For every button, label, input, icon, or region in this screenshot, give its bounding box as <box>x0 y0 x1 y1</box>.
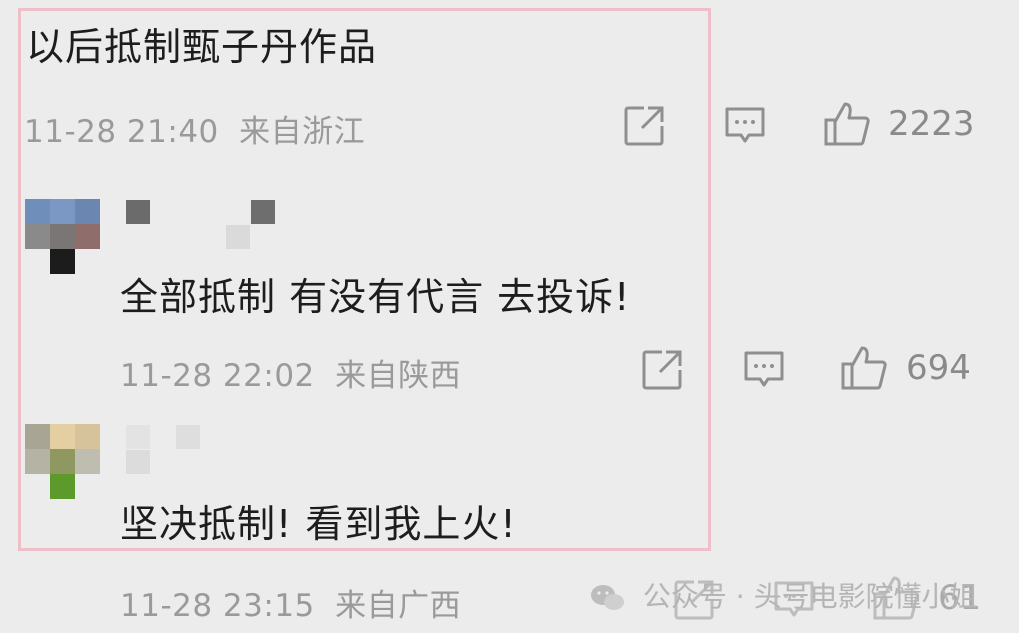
comment-text: 坚决抵制! 看到我上火! <box>120 502 517 546</box>
avatar[interactable] <box>25 424 101 500</box>
comment-text: 以后抵制甄子丹作品 <box>26 25 378 69</box>
comment-location: 来自浙江 <box>239 114 366 150</box>
comment-text: 全部抵制 有没有代言 去投诉! <box>120 275 631 319</box>
comment-location: 来自广西 <box>335 588 462 624</box>
comment-time: 11-28 22:02 <box>120 358 315 394</box>
comment-meta: 11-28 22:02 来自陕西 <box>120 350 461 395</box>
like-count: 2223 <box>888 104 975 144</box>
avatar[interactable] <box>25 199 101 275</box>
comment-location: 来自陕西 <box>335 358 462 394</box>
comment-meta: 11-28 21:40 来自浙江 <box>24 106 365 151</box>
comment-icon[interactable] <box>723 103 767 147</box>
wechat-icon <box>590 583 626 613</box>
thumbs-up-icon[interactable] <box>823 100 871 148</box>
comment-meta: 11-28 23:15 来自广西 <box>120 580 461 625</box>
share-icon[interactable] <box>640 348 684 392</box>
comment-icon[interactable] <box>742 347 786 391</box>
share-icon[interactable] <box>622 104 666 148</box>
watermark-text: 公众号 · 头号电影院懂小姐 <box>642 580 978 613</box>
comment-time: 11-28 23:15 <box>120 588 315 624</box>
watermark: 公众号 · 头号电影院懂小姐 <box>590 575 978 615</box>
thumbs-up-icon[interactable] <box>840 344 888 392</box>
like-count: 694 <box>906 348 971 388</box>
comment-time: 11-28 21:40 <box>24 114 219 150</box>
